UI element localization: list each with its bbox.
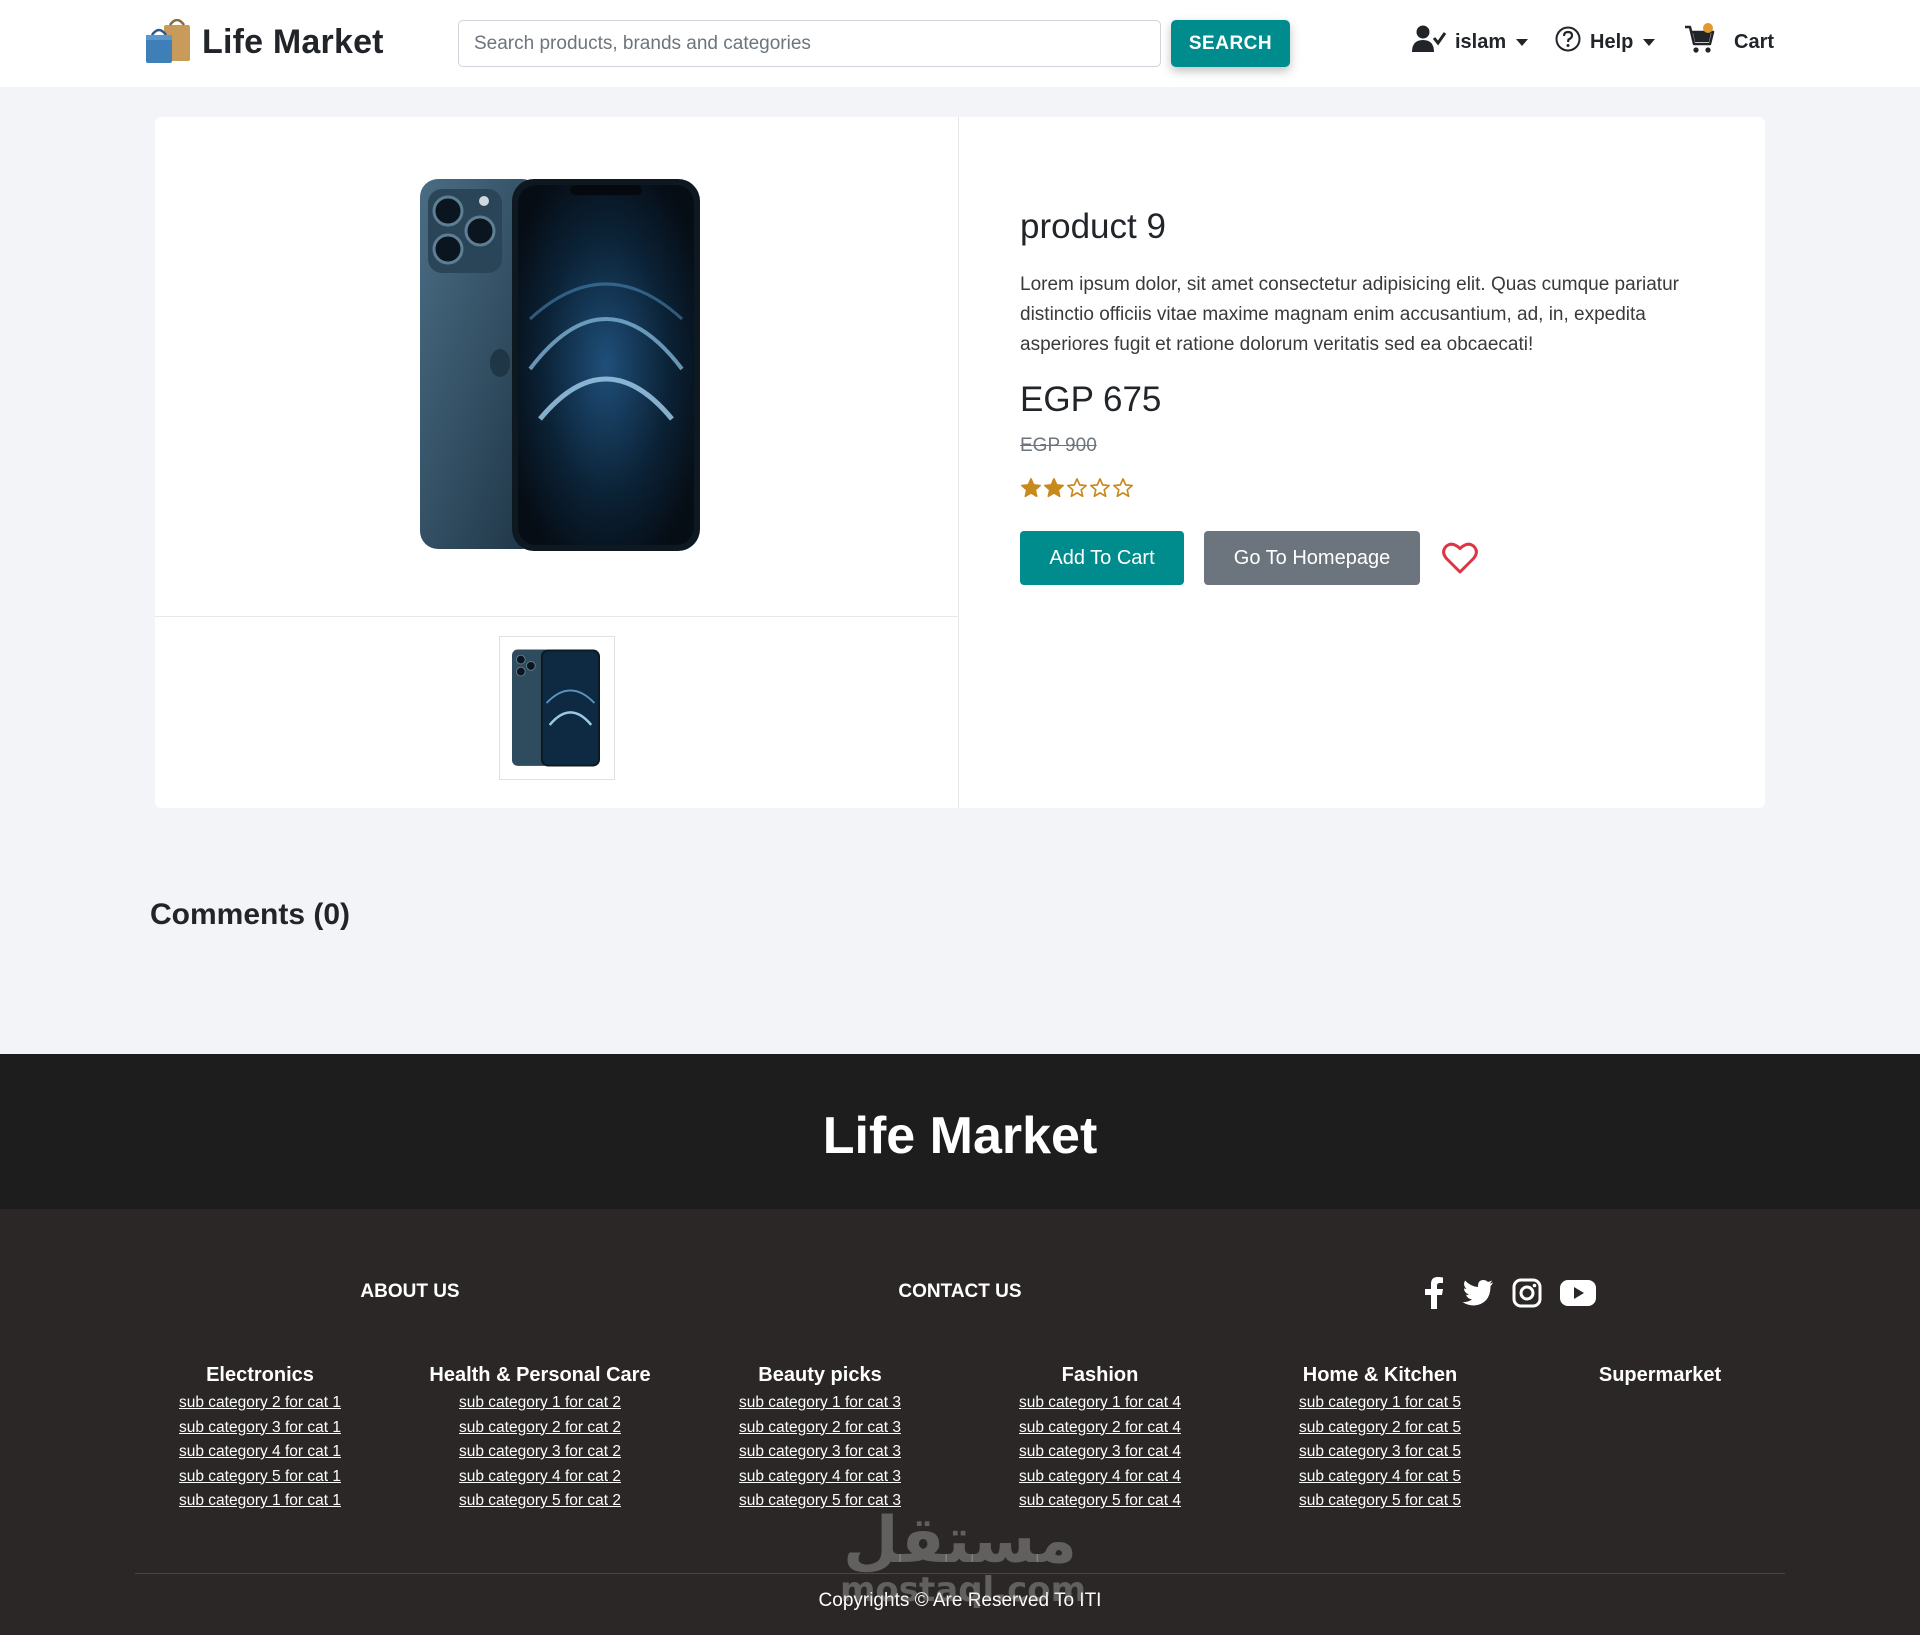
subcategory-link[interactable]: sub category 5 for cat 3 (690, 1489, 950, 1514)
shopping-bags-logo-icon (144, 18, 194, 65)
cart-link[interactable]: Cart (1684, 23, 1775, 61)
twitter-icon[interactable] (1462, 1279, 1494, 1312)
star-filled-icon (1044, 478, 1064, 498)
product-title: product 9 (1020, 207, 1166, 246)
caret-down-icon (1516, 38, 1529, 46)
product-details: product 9 Lorem ipsum dolor, sit amet co… (1020, 117, 1720, 808)
star-empty-icon (1113, 478, 1133, 498)
social-links (1424, 1277, 1596, 1314)
subcategory-link[interactable]: sub category 5 for cat 1 (130, 1465, 390, 1490)
copyright-text: Copyrights © Are Reserved To ITI (818, 1590, 1102, 1611)
youtube-icon[interactable] (1560, 1280, 1596, 1311)
category-column: Beauty picks sub category 1 for cat 3 sub … (690, 1364, 950, 1514)
navbar: Life Market SEARCH islam Help (0, 0, 1920, 87)
product-gallery (155, 117, 959, 808)
subcategory-link[interactable]: sub category 2 for cat 4 (970, 1416, 1230, 1441)
subcategory-link[interactable]: sub category 4 for cat 3 (690, 1465, 950, 1490)
phone-thumbnail-image (512, 649, 600, 767)
subcategory-link[interactable]: sub category 3 for cat 5 (1250, 1440, 1510, 1465)
subcategory-link[interactable]: sub category 5 for cat 5 (1250, 1489, 1510, 1514)
heart-icon[interactable] (1442, 541, 1478, 575)
subcategory-link[interactable]: sub category 3 for cat 2 (410, 1440, 670, 1465)
search-button[interactable]: SEARCH (1171, 20, 1290, 67)
go-to-homepage-button[interactable]: Go To Homepage (1204, 531, 1420, 585)
cart-icon (1684, 23, 1716, 61)
footer-brand: Life Market (822, 1107, 1098, 1165)
brand-name: Life Market (202, 22, 384, 61)
caret-down-icon (1643, 38, 1656, 46)
subcategory-link[interactable]: sub category 4 for cat 2 (410, 1465, 670, 1490)
category-title[interactable]: Supermarket (1530, 1364, 1790, 1387)
watermark-arabic: مستقل (842, 1504, 1078, 1578)
category-column: Electronics sub category 2 for cat 1 sub c… (130, 1364, 390, 1514)
category-title[interactable]: Health & Personal Care (410, 1364, 670, 1387)
subcategory-link[interactable]: sub category 2 for cat 3 (690, 1416, 950, 1441)
user-name: islam (1455, 30, 1507, 53)
subcategory-link[interactable]: sub category 2 for cat 2 (410, 1416, 670, 1441)
product-price: EGP 675 (1020, 380, 1162, 419)
star-filled-icon (1021, 478, 1041, 498)
instagram-icon[interactable] (1512, 1278, 1542, 1313)
subcategory-link[interactable]: sub category 3 for cat 3 (690, 1440, 950, 1465)
category-title[interactable]: Home & Kitchen (1250, 1364, 1510, 1387)
subcategory-link[interactable]: sub category 1 for cat 1 (130, 1489, 390, 1514)
rating-stars (1020, 477, 1134, 499)
user-check-icon (1412, 25, 1447, 59)
category-title[interactable]: Electronics (130, 1364, 390, 1387)
subcategory-link[interactable]: sub category 1 for cat 4 (970, 1391, 1230, 1416)
subcategory-link[interactable]: sub category 3 for cat 1 (130, 1416, 390, 1441)
subcategory-link[interactable]: sub category 2 for cat 5 (1250, 1416, 1510, 1441)
help-label: Help (1590, 30, 1634, 53)
comments-title: Comments (0) (150, 898, 351, 931)
category-column: Home & Kitchen sub category 1 for cat 5 su… (1250, 1364, 1510, 1514)
subcategory-link[interactable]: sub category 4 for cat 4 (970, 1465, 1230, 1490)
user-menu-toggle[interactable]: islam (1412, 24, 1529, 60)
product-old-price: EGP 900 (1020, 435, 1097, 456)
cart-label: Cart (1734, 30, 1775, 53)
facebook-icon[interactable] (1424, 1277, 1444, 1314)
footer-brand-bar: Life Market (0, 1054, 1920, 1209)
category-column: Fashion sub category 1 for cat 4 sub categ… (970, 1364, 1230, 1514)
category-column: Supermarket (1530, 1364, 1790, 1391)
contact-us-link[interactable]: CONTACT US (860, 1281, 1060, 1303)
star-empty-icon (1090, 478, 1110, 498)
subcategory-link[interactable]: sub category 5 for cat 4 (970, 1489, 1230, 1514)
product-card: product 9 Lorem ipsum dolor, sit amet co… (155, 117, 1765, 808)
help-menu-toggle[interactable]: Help (1555, 24, 1656, 60)
phone-image (420, 179, 700, 551)
about-us-link[interactable]: ABOUT US (310, 1281, 510, 1303)
category-title[interactable]: Fashion (970, 1364, 1230, 1387)
subcategory-link[interactable]: sub category 1 for cat 2 (410, 1391, 670, 1416)
category-column: Health & Personal Care sub category 1 for… (410, 1364, 670, 1514)
main-product-image (155, 117, 959, 617)
subcategory-link[interactable]: sub category 4 for cat 5 (1250, 1465, 1510, 1490)
footer: ABOUT US CONTACT US Electronics sub categ… (0, 1209, 1920, 1635)
footer-divider (135, 1573, 1785, 1574)
subcategory-link[interactable]: sub category 1 for cat 5 (1250, 1391, 1510, 1416)
category-title[interactable]: Beauty picks (690, 1364, 950, 1387)
thumbnail-1[interactable] (499, 636, 615, 780)
product-description: Lorem ipsum dolor, sit amet consectetur … (1020, 274, 1679, 355)
question-circle-icon (1555, 26, 1581, 58)
brand-link[interactable]: Life Market (144, 18, 384, 65)
add-to-cart-button[interactable]: Add To Cart (1020, 531, 1184, 585)
subcategory-link[interactable]: sub category 1 for cat 3 (690, 1391, 950, 1416)
subcategory-link[interactable]: sub category 5 for cat 2 (410, 1489, 670, 1514)
subcategory-link[interactable]: sub category 4 for cat 1 (130, 1440, 390, 1465)
search-input[interactable] (458, 20, 1161, 67)
star-empty-icon (1067, 478, 1087, 498)
subcategory-link[interactable]: sub category 2 for cat 1 (130, 1391, 390, 1416)
subcategory-link[interactable]: sub category 3 for cat 4 (970, 1440, 1230, 1465)
